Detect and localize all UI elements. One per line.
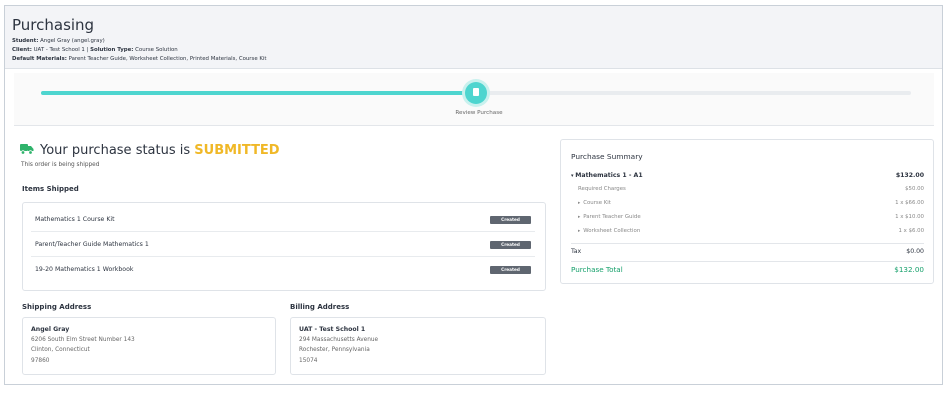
summary-line-label: Parent Teacher Guide bbox=[583, 214, 641, 220]
summary-tax-amount: $0.00 bbox=[906, 248, 924, 255]
summary-divider bbox=[571, 261, 924, 262]
item-name: Mathematics 1 Course Kit bbox=[35, 216, 115, 223]
status-badge: Created bbox=[490, 241, 531, 249]
summary-line-label: Worksheet Collection bbox=[583, 228, 641, 234]
item-name: Parent/Teacher Guide Mathematics 1 bbox=[35, 241, 149, 248]
summary-line-item[interactable]: ▸ Course Kit 1 x $66.00 bbox=[578, 200, 924, 210]
shipping-line-3: 97860 bbox=[31, 358, 50, 364]
solution-type-value: Course Solution bbox=[135, 47, 178, 53]
status-badge: Created bbox=[490, 216, 531, 224]
client-info: Client: UAT - Test School 1 | Solution T… bbox=[12, 47, 178, 53]
summary-line-label-wrap: ▸ Course Kit bbox=[578, 200, 611, 206]
document-icon bbox=[473, 88, 479, 96]
summary-total-row: Purchase Total $132.00 bbox=[571, 265, 924, 275]
item-name: 19-20 Mathematics 1 Workbook bbox=[35, 266, 134, 273]
summary-product-label-wrap: ▾ Mathematics 1 - A1 bbox=[571, 172, 643, 179]
shipping-name: Angel Gray bbox=[31, 326, 70, 333]
summary-product-label: Mathematics 1 - A1 bbox=[575, 172, 643, 179]
summary-product-row[interactable]: ▾ Mathematics 1 - A1 $132.00 bbox=[571, 172, 924, 182]
summary-line-item[interactable]: ▸ Parent Teacher Guide 1 x $10.00 bbox=[578, 214, 924, 224]
student-info: Student: Angel Gray (angel.gray) bbox=[12, 38, 105, 44]
billing-line-2: Rochester, Pennsylvania bbox=[299, 347, 370, 353]
summary-divider bbox=[571, 243, 924, 244]
shipping-address-title: Shipping Address bbox=[22, 303, 92, 311]
purchase-summary-card: Purchase Summary ▾ Mathematics 1 - A1 $1… bbox=[560, 139, 934, 284]
shipped-item: Parent/Teacher Guide Mathematics 1 Creat… bbox=[31, 232, 535, 257]
summary-required-amount: $50.00 bbox=[905, 186, 924, 192]
status-state: SUBMITTED bbox=[194, 143, 280, 158]
summary-total-amount: $132.00 bbox=[894, 265, 924, 274]
billing-line-3: 15074 bbox=[299, 358, 318, 364]
shipping-line-1: 6206 South Elm Street Number 143 bbox=[31, 337, 135, 343]
status-prefix: Your purchase status is bbox=[40, 143, 195, 158]
shipped-item: 19-20 Mathematics 1 Workbook Created bbox=[31, 257, 535, 282]
purchasing-window: Purchasing Student: Angel Gray (angel.gr… bbox=[4, 5, 943, 385]
default-materials-info: Default Materials: Parent Teacher Guide,… bbox=[12, 56, 267, 62]
review-purchase-step bbox=[465, 82, 487, 104]
solution-type-label: Solution Type: bbox=[90, 47, 134, 53]
items-shipped-card: Mathematics 1 Course Kit Created Parent/… bbox=[22, 202, 546, 291]
purchase-progress: Review Purchase bbox=[14, 73, 934, 126]
summary-line-amount: 1 x $6.00 bbox=[898, 228, 924, 234]
summary-line-amount: 1 x $66.00 bbox=[895, 200, 924, 206]
shipping-address-card: Angel Gray 6206 South Elm Street Number … bbox=[22, 317, 276, 375]
step-label: Review Purchase bbox=[455, 110, 503, 116]
shipping-line-2: Clinton, Connecticut bbox=[31, 347, 90, 353]
status-badge: Created bbox=[490, 266, 531, 274]
purchase-summary-title: Purchase Summary bbox=[571, 152, 643, 161]
student-label: Student: bbox=[12, 38, 39, 44]
truck-icon bbox=[20, 144, 34, 155]
summary-tax-row: Tax $0.00 bbox=[571, 248, 924, 258]
billing-line-1: 294 Massachusetts Avenue bbox=[299, 337, 379, 343]
purchase-status: Your purchase status is SUBMITTED bbox=[40, 143, 280, 158]
progress-fill bbox=[41, 91, 476, 95]
billing-address-title: Billing Address bbox=[290, 303, 350, 311]
default-materials-label: Default Materials: bbox=[12, 56, 67, 62]
summary-line-item[interactable]: ▸ Worksheet Collection 1 x $6.00 bbox=[578, 228, 924, 238]
student-value: Angel Gray (angel.gray) bbox=[40, 38, 105, 44]
summary-required-row: Required Charges $50.00 bbox=[578, 186, 924, 196]
summary-line-label-wrap: ▸ Parent Teacher Guide bbox=[578, 214, 641, 220]
summary-line-label-wrap: ▸ Worksheet Collection bbox=[578, 228, 640, 234]
shipped-item: Mathematics 1 Course Kit Created bbox=[31, 207, 535, 232]
items-shipped-title: Items Shipped bbox=[22, 185, 79, 193]
summary-line-label: Course Kit bbox=[583, 200, 611, 206]
status-subtext: This order is being shipped bbox=[21, 162, 100, 168]
billing-address-card: UAT - Test School 1 294 Massachusetts Av… bbox=[290, 317, 546, 375]
summary-tax-label: Tax bbox=[571, 248, 582, 255]
summary-product-amount: $132.00 bbox=[895, 172, 924, 179]
summary-total-label: Purchase Total bbox=[571, 265, 623, 274]
summary-line-amount: 1 x $10.00 bbox=[895, 214, 924, 220]
client-value: UAT - Test School 1 | bbox=[33, 47, 89, 53]
page-title: Purchasing bbox=[12, 16, 95, 34]
page-header: Purchasing Student: Angel Gray (angel.gr… bbox=[5, 6, 942, 69]
billing-name: UAT - Test School 1 bbox=[299, 326, 366, 333]
default-materials-value: Parent Teacher Guide, Worksheet Collecti… bbox=[68, 56, 267, 62]
client-label: Client: bbox=[12, 47, 32, 53]
summary-required-label: Required Charges bbox=[578, 186, 626, 192]
